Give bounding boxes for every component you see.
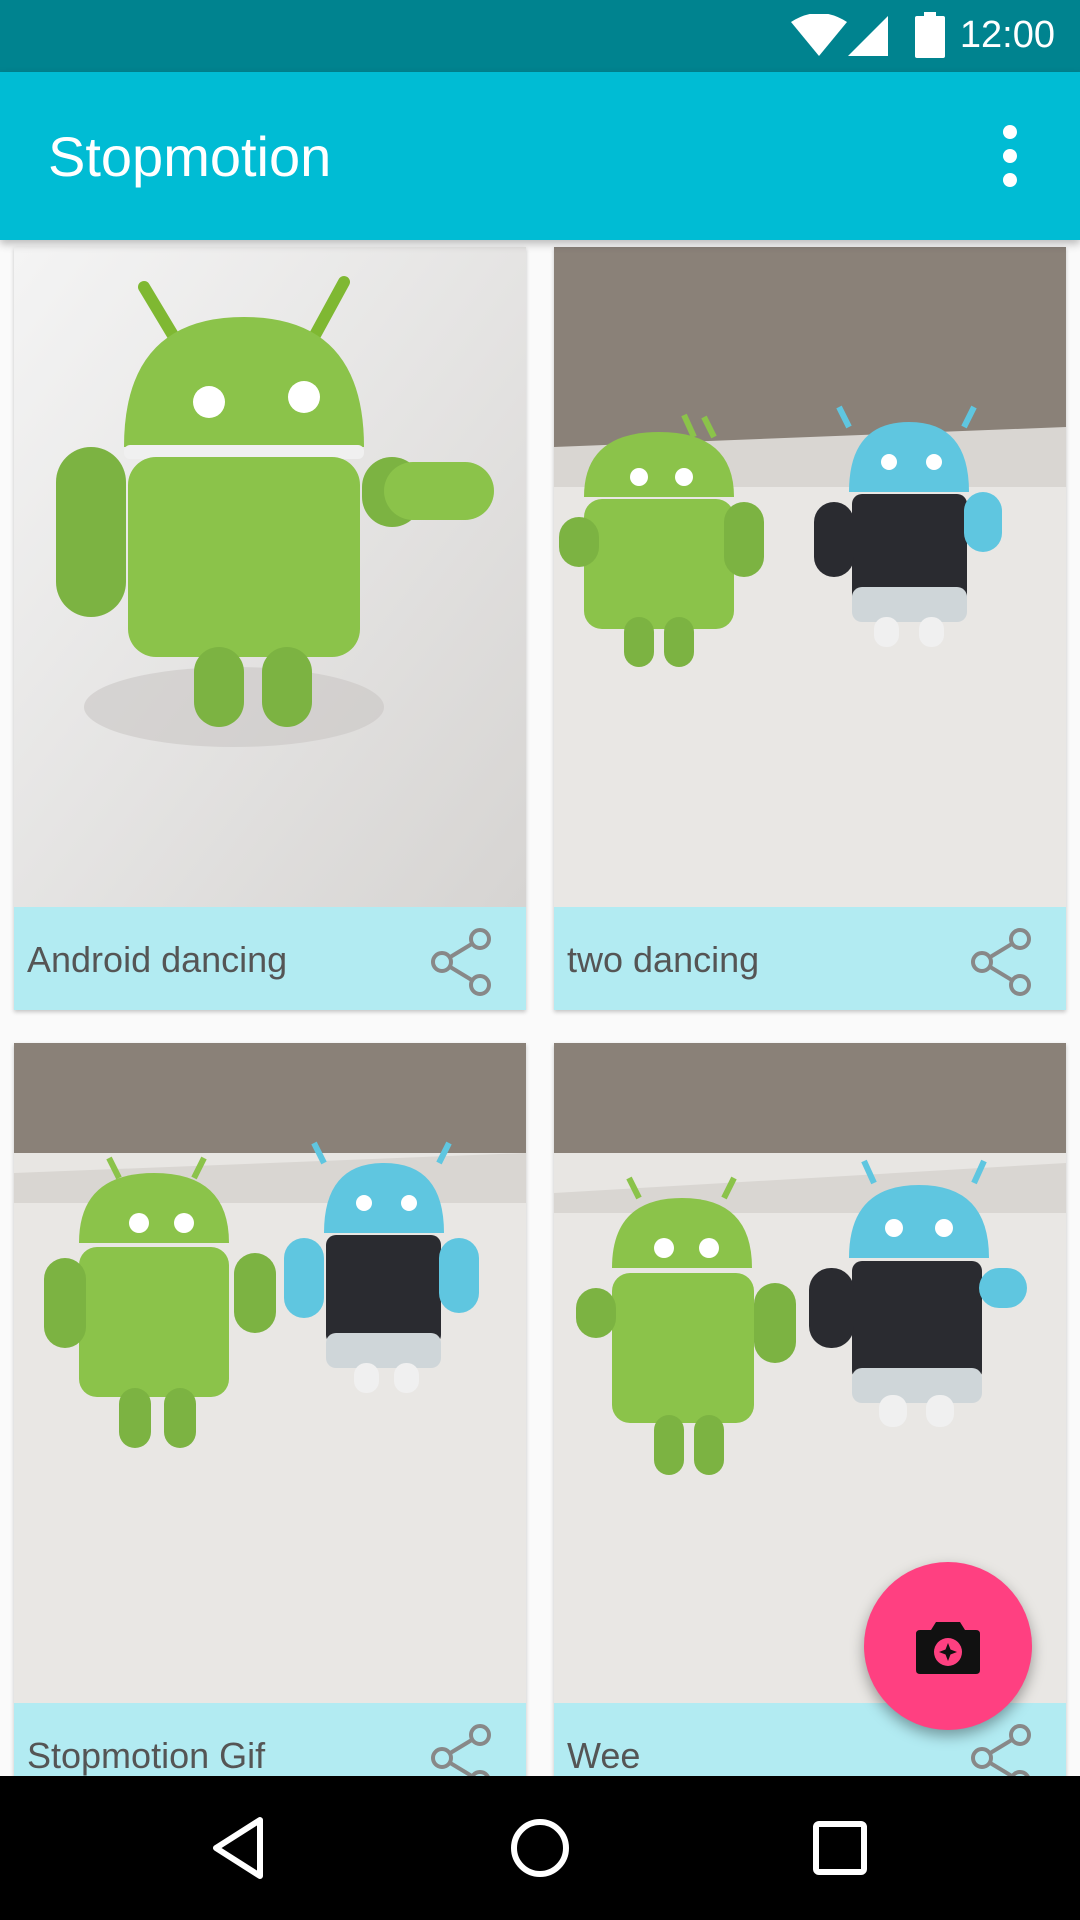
card-title: two dancing xyxy=(567,939,760,980)
camera-fab-button[interactable] xyxy=(864,1562,1032,1730)
card-title: Stopmotion Gif xyxy=(27,1735,266,1776)
camera-icon xyxy=(916,1622,980,1674)
back-icon[interactable] xyxy=(198,1806,282,1890)
share-icon[interactable] xyxy=(426,927,496,997)
card-photo xyxy=(554,247,1066,907)
wifi-icon xyxy=(791,14,847,56)
recents-icon[interactable] xyxy=(798,1806,882,1890)
card-title: Android dancing xyxy=(27,939,288,980)
status-bar: 12:00 xyxy=(0,0,1080,72)
project-card[interactable]: two dancing xyxy=(554,247,1066,1010)
overflow-menu-button[interactable] xyxy=(970,116,1050,196)
card-photo xyxy=(14,247,526,907)
cellular-signal-icon xyxy=(848,16,888,56)
card-title: Wee xyxy=(567,1735,641,1776)
card-photo xyxy=(14,1043,526,1703)
share-icon[interactable] xyxy=(966,927,1036,997)
app-title: Stopmotion xyxy=(48,125,332,188)
stopmotion-grid: Android dancing two dancing Stopmotion G… xyxy=(0,240,1080,1776)
more-vert-icon xyxy=(1003,125,1017,187)
home-icon[interactable] xyxy=(498,1806,582,1890)
share-icon[interactable] xyxy=(426,1723,496,1776)
navigation-bar xyxy=(0,1776,1080,1920)
project-card[interactable]: Stopmotion Gif xyxy=(14,1043,526,1776)
app-bar: Stopmotion xyxy=(0,72,1080,240)
status-time: 12:00 xyxy=(959,14,1055,56)
share-icon[interactable] xyxy=(966,1723,1036,1776)
project-card[interactable]: Android dancing xyxy=(14,247,526,1010)
battery-icon xyxy=(915,12,945,58)
